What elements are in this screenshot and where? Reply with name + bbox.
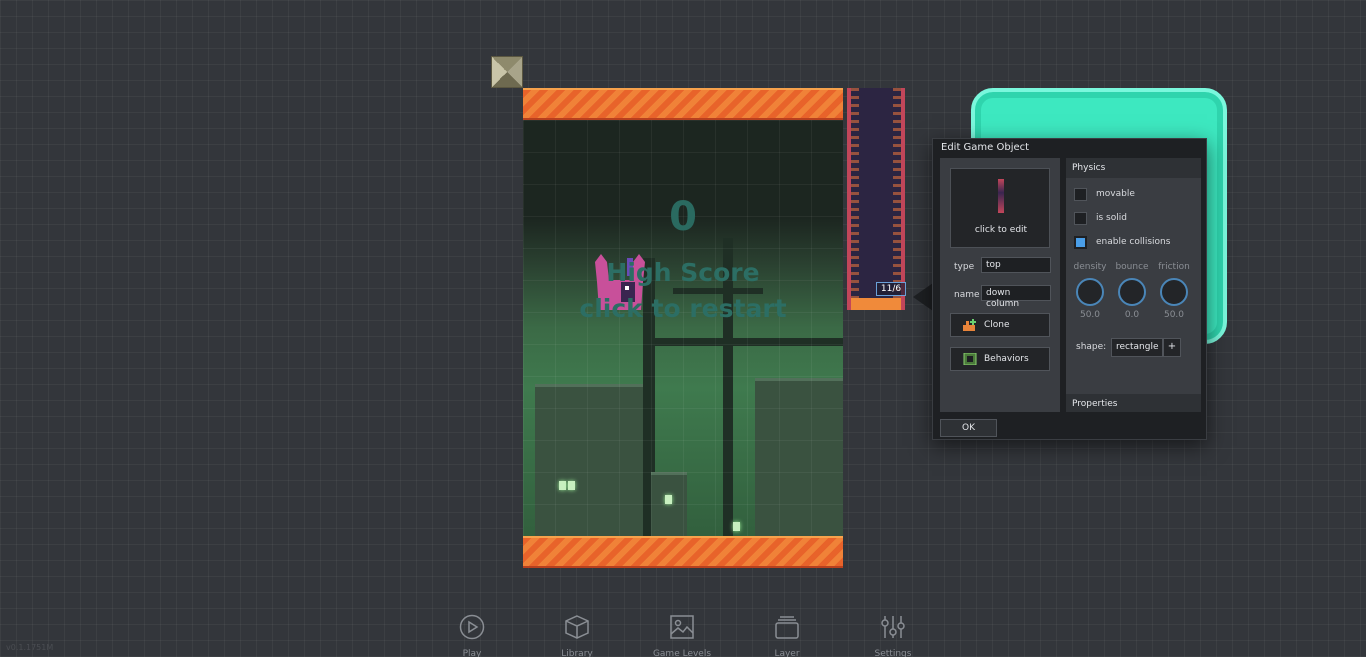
behaviors-icon bbox=[963, 353, 977, 365]
library-label: Library bbox=[561, 649, 593, 657]
canvas-grid bbox=[523, 88, 843, 568]
sprite-thumbnail bbox=[998, 179, 1004, 213]
high-score-text: High Score bbox=[606, 258, 760, 287]
selection-size-label: 11/6 bbox=[876, 282, 906, 296]
edit-game-object-dialog: Edit Game Object click to edit type top … bbox=[932, 138, 1207, 440]
name-field[interactable]: down column bbox=[981, 285, 1051, 309]
layer-label: Layer bbox=[774, 649, 800, 657]
density-label: density bbox=[1073, 262, 1107, 272]
behaviors-label: Behaviors bbox=[984, 354, 1029, 364]
sprite-preview-button[interactable]: click to edit bbox=[950, 168, 1050, 248]
clone-label: Clone bbox=[984, 320, 1010, 330]
movable-checkbox[interactable] bbox=[1074, 188, 1087, 201]
behaviors-button[interactable]: Behaviors bbox=[950, 347, 1050, 371]
type-label: type bbox=[954, 262, 975, 272]
density-control: density 50.0 bbox=[1073, 262, 1107, 320]
clone-button[interactable]: Clone bbox=[950, 313, 1050, 337]
shape-select[interactable]: rectangle bbox=[1111, 338, 1163, 357]
density-knob[interactable] bbox=[1076, 278, 1104, 306]
preview-label: click to edit bbox=[974, 225, 1028, 235]
name-label: name bbox=[954, 290, 980, 300]
layers-icon bbox=[775, 616, 799, 639]
game-levels-label: Game Levels bbox=[652, 649, 712, 657]
bounce-knob[interactable] bbox=[1118, 278, 1146, 306]
library-button[interactable]: Library bbox=[542, 612, 612, 657]
play-button[interactable]: Play bbox=[437, 612, 507, 657]
movable-label: movable bbox=[1096, 189, 1135, 199]
solid-label: is solid bbox=[1096, 213, 1127, 223]
shape-label: shape: bbox=[1076, 342, 1107, 352]
game-canvas[interactable]: 0 High Score click to restart bbox=[523, 88, 843, 568]
physics-header[interactable]: Physics bbox=[1066, 158, 1201, 178]
column-base bbox=[851, 298, 901, 310]
ok-button[interactable]: OK bbox=[940, 419, 997, 437]
score-text: 0 bbox=[669, 194, 697, 240]
play-label: Play bbox=[462, 649, 482, 657]
type-field[interactable]: top bbox=[981, 257, 1051, 273]
version-text: v0.1.1751M bbox=[6, 643, 54, 652]
physics-panel: Physics movable is solid enable collisio… bbox=[1066, 158, 1201, 412]
cube-icon bbox=[565, 615, 589, 639]
friction-control: friction 50.0 bbox=[1157, 262, 1191, 320]
image-icon bbox=[670, 615, 694, 639]
bounce-label: bounce bbox=[1115, 262, 1149, 272]
canvas-origin-marker[interactable] bbox=[491, 56, 523, 88]
play-icon bbox=[459, 614, 485, 640]
down-column-object[interactable] bbox=[847, 88, 905, 310]
object-panel: click to edit type top name down column … bbox=[940, 158, 1060, 412]
dialog-pointer bbox=[913, 283, 933, 311]
settings-button[interactable]: Settings bbox=[858, 612, 928, 657]
top-ground-band[interactable] bbox=[523, 88, 843, 120]
bounce-control: bounce 0.0 bbox=[1115, 262, 1149, 320]
friction-value: 50.0 bbox=[1163, 310, 1185, 320]
sliders-icon bbox=[881, 616, 905, 638]
bounce-value: 0.0 bbox=[1124, 310, 1140, 320]
bottom-ground-band[interactable] bbox=[523, 536, 843, 568]
settings-label: Settings bbox=[874, 649, 912, 657]
layer-button[interactable]: Layer bbox=[752, 612, 822, 657]
solid-checkbox[interactable] bbox=[1074, 212, 1087, 225]
collisions-label: enable collisions bbox=[1096, 237, 1171, 247]
bottom-toolbar: Play Library Game Levels Layer Settings bbox=[0, 606, 1366, 657]
dialog-title: Edit Game Object bbox=[941, 142, 1030, 153]
density-value: 50.0 bbox=[1079, 310, 1101, 320]
friction-knob[interactable] bbox=[1160, 278, 1188, 306]
add-shape-button[interactable]: + bbox=[1163, 338, 1181, 357]
game-levels-button[interactable]: Game Levels bbox=[647, 612, 717, 657]
properties-header[interactable]: Properties bbox=[1066, 394, 1201, 412]
friction-label: friction bbox=[1158, 262, 1190, 272]
clone-icon bbox=[963, 319, 976, 331]
restart-text[interactable]: click to restart bbox=[523, 294, 843, 323]
collisions-checkbox[interactable] bbox=[1074, 236, 1087, 249]
